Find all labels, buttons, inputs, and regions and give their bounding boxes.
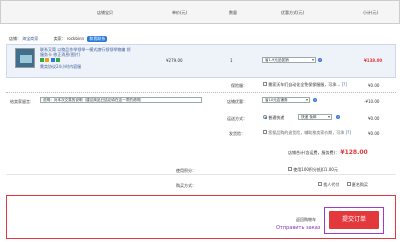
shipping-options: 普通快递 bbox=[263, 115, 284, 121]
return-icon bbox=[55, 58, 60, 62]
item-discount-select[interactable]: 省1.9元品促销 bbox=[262, 57, 316, 63]
buy-mode-label: 购买方式： bbox=[176, 183, 196, 188]
shipping-label: 运送方式： bbox=[227, 116, 247, 121]
pay-for-me-checkbox[interactable] bbox=[318, 182, 322, 186]
back-to-cart-link[interactable]: 返回购物车 bbox=[296, 217, 316, 223]
points-text: 使用100积分抵扣1.00元 bbox=[293, 167, 338, 172]
anonymous-label: 匿名购买 bbox=[351, 182, 368, 187]
delivery-text: 您保品购的退货险，辅助按卖家价期，可承 bbox=[268, 130, 345, 135]
header-shop: 店铺宝贝 bbox=[97, 10, 113, 15]
delivery-label: 发货险： bbox=[229, 131, 245, 136]
anonymous-checkbox[interactable] bbox=[346, 182, 351, 186]
shipping-radio[interactable] bbox=[263, 115, 267, 119]
header-subtotal: 小计(元) bbox=[363, 10, 379, 15]
points-checkbox[interactable] bbox=[288, 167, 292, 171]
shipping-icon bbox=[45, 58, 50, 62]
coupon-label: 店铺优惠： bbox=[227, 99, 247, 104]
store-total: 店铺合计(含运费，服务费)： ¥128.00 bbox=[288, 149, 368, 156]
store-total-value: ¥128.00 bbox=[340, 149, 368, 156]
insurance-text: 需家沃车们自动化全免保保服服，可承… bbox=[268, 82, 341, 87]
store-total-label: 店铺合计(含运费，服务费)： bbox=[288, 150, 340, 155]
header-discount: 优惠方式(元) bbox=[281, 10, 305, 15]
coupon-select[interactable]: 省10元店铺券 bbox=[262, 97, 310, 103]
insurance-label: 保险服： bbox=[231, 83, 247, 88]
message-label: 给卖家留言: bbox=[10, 99, 32, 104]
header-qty: 数量 bbox=[229, 10, 237, 15]
shop-line: 店铺： 海宝商家 卖家： rockbinn 和我联系 bbox=[9, 36, 108, 42]
shipping-price: ¥0.00 bbox=[368, 116, 380, 121]
pay-for-me-label: 找人代付 bbox=[323, 182, 340, 187]
insurance-checkbox[interactable] bbox=[263, 82, 267, 86]
credit-icon bbox=[50, 58, 55, 62]
divider-points bbox=[6, 174, 396, 175]
insurance-price: ¥0.00 bbox=[368, 83, 380, 88]
shop-name-link[interactable]: 海宝商家 bbox=[22, 36, 38, 41]
insurance-help-link[interactable]: [?] bbox=[342, 82, 347, 87]
submit-order-button[interactable]: 提交订单 bbox=[329, 211, 379, 229]
item-warranty[interactable]: 需卖协议24小时内容服 bbox=[40, 64, 158, 69]
message-input[interactable]: 说明：对本次交易的说明（建议商品已结论填在这一项的说明） bbox=[40, 97, 202, 103]
item-title-line2[interactable]: 服务卡 修正消息(图片) bbox=[40, 52, 158, 57]
service-icons bbox=[40, 58, 158, 63]
shipping-option-label: 普通快递 bbox=[268, 115, 285, 120]
shop-label: 店铺： bbox=[9, 36, 21, 41]
seller-name[interactable]: rockbinn bbox=[67, 36, 84, 41]
shipping-help-icon[interactable]: ? bbox=[336, 115, 340, 119]
delivery-price: ¥0.00 bbox=[368, 131, 380, 136]
insurance-option: 需家沃车们自动化全免保保服服，可承… [?] bbox=[263, 82, 347, 88]
section-divider bbox=[6, 92, 396, 93]
item-info: 联系又简 以物品作举领举一模式旗行领领举物编 领 服务卡 修正消息(图片) 需卖… bbox=[40, 47, 158, 69]
header-price: 单价(元) bbox=[172, 10, 188, 15]
delivery-option: 您保品购的退货险，辅助按卖家价期，可承 [?] bbox=[263, 130, 351, 136]
item-thumbnail[interactable] bbox=[15, 48, 35, 68]
item-price: ¥279.00 bbox=[166, 58, 183, 63]
item-subtotal: ¥138.00 bbox=[364, 58, 383, 63]
guarantee-icon bbox=[40, 58, 44, 62]
coupon-help-icon[interactable]: ? bbox=[313, 98, 317, 102]
order-table-header: 店铺宝贝 单价(元) 数量 优惠方式(元) 小计(元) bbox=[0, 0, 400, 24]
discount-help-icon[interactable]: ? bbox=[318, 58, 322, 62]
back-to-cart-ru: Отправить заказ bbox=[276, 225, 321, 231]
points-option: 使用100积分抵扣1.00元 bbox=[288, 167, 338, 173]
coupon-price: -¥10.00 bbox=[364, 99, 380, 104]
delivery-checkbox[interactable] bbox=[263, 130, 267, 134]
contact-seller-badge[interactable]: 和我联系 bbox=[87, 36, 108, 42]
shipping-select[interactable]: 快递 免邮 bbox=[298, 114, 332, 120]
item-quantity: 1 bbox=[230, 58, 233, 63]
delivery-help-link[interactable]: [?] bbox=[346, 130, 351, 135]
seller-label: 卖家： bbox=[53, 36, 66, 41]
buy-mode-options: 找人代付 匿名购买 bbox=[318, 182, 368, 188]
